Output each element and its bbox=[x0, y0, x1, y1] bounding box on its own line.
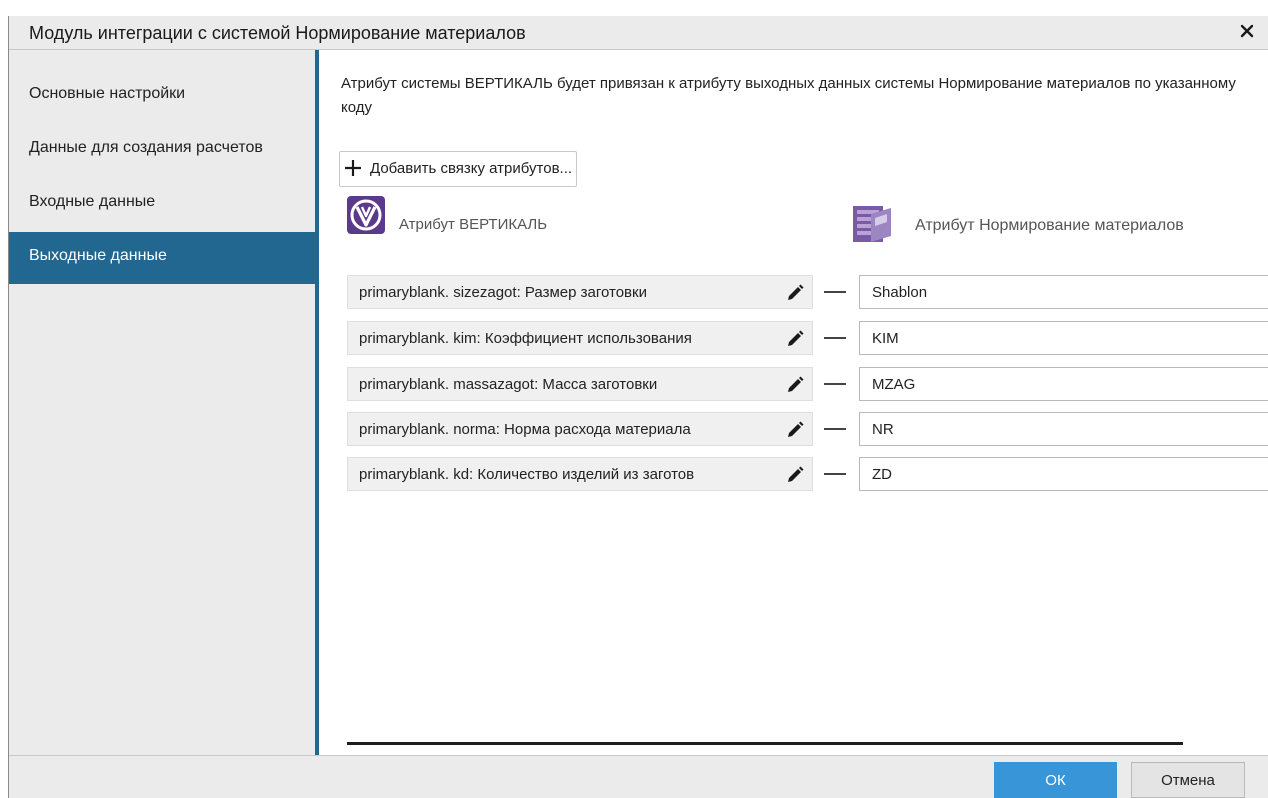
cancel-button[interactable]: Отмена bbox=[1131, 762, 1245, 798]
norm-code-input[interactable] bbox=[859, 321, 1268, 355]
norm-code-input[interactable] bbox=[859, 457, 1268, 491]
ok-button[interactable]: ОК bbox=[994, 762, 1117, 798]
pencil-icon[interactable] bbox=[785, 420, 805, 440]
title-bar: Модуль интеграции с системой Нормировани… bbox=[9, 16, 1268, 50]
vertical-attribute-field[interactable]: primaryblank. norma: Норма расхода матер… bbox=[347, 412, 813, 446]
pencil-icon[interactable] bbox=[785, 283, 805, 303]
description-text: Атрибут системы ВЕРТИКАЛЬ будет привязан… bbox=[341, 75, 1236, 116]
vertical-attribute-field[interactable]: primaryblank. sizezagot: Размер заготовк… bbox=[347, 275, 813, 309]
sidebar-item-main-settings[interactable]: Основные настройки bbox=[9, 70, 315, 122]
pencil-icon[interactable] bbox=[785, 375, 805, 395]
norm-code-input[interactable] bbox=[859, 275, 1268, 309]
vertical-attribute-field[interactable]: primaryblank. kd: Количество изделий из … bbox=[347, 457, 813, 491]
add-button-label: Добавить связку атрибутов... bbox=[370, 160, 573, 177]
add-attribute-link-button[interactable]: Добавить связку атрибутов... bbox=[339, 151, 578, 187]
vertical-attribute-field[interactable]: primaryblank. kim: Коэффициент использов… bbox=[347, 321, 813, 355]
column-header-vertical: Атрибут ВЕРТИКАЛЬ bbox=[399, 216, 548, 233]
close-icon[interactable] bbox=[1236, 20, 1258, 42]
link-dash bbox=[824, 383, 846, 385]
attribute-link-row: primaryblank. sizezagot: Размер заготовк… bbox=[319, 275, 1268, 309]
norm-code-input[interactable] bbox=[859, 367, 1268, 401]
window-title: Модуль интеграции с системой Нормировани… bbox=[29, 23, 526, 43]
horizontal-scrollbar[interactable] bbox=[347, 742, 1183, 745]
vertical-attribute-text: primaryblank. massazagot: Масса заготовк… bbox=[359, 376, 658, 393]
pencil-icon[interactable] bbox=[785, 329, 805, 349]
pencil-icon[interactable] bbox=[785, 465, 805, 485]
sidebar-item-output-data[interactable]: Выходные данные bbox=[9, 232, 315, 284]
link-dash bbox=[824, 337, 846, 339]
vertical-attribute-text: primaryblank. norma: Норма расхода матер… bbox=[359, 421, 691, 438]
vertical-attribute-text: primaryblank. kd: Количество изделий из … bbox=[359, 466, 695, 483]
link-dash bbox=[824, 428, 846, 430]
sidebar-item-calculation-data[interactable]: Данные для создания расчетов bbox=[9, 124, 315, 176]
attribute-link-row: primaryblank. kd: Количество изделий из … bbox=[319, 457, 1268, 491]
main-panel: Атрибут системы ВЕРТИКАЛЬ будет привязан… bbox=[319, 50, 1268, 755]
vertical-attribute-text: primaryblank. sizezagot: Размер заготовк… bbox=[359, 284, 647, 301]
norm-code-input[interactable] bbox=[859, 412, 1268, 446]
norm-materials-logo-icon bbox=[853, 206, 891, 242]
link-dash bbox=[824, 291, 846, 293]
vertical-attribute-text: primaryblank. kim: Коэффициент использов… bbox=[359, 330, 692, 347]
sidebar-item-label: Выходные данные bbox=[29, 247, 167, 264]
sidebar-item-input-data[interactable]: Входные данные bbox=[9, 178, 315, 230]
sidebar-item-label: Данные для создания расчетов bbox=[29, 139, 263, 156]
vertical-logo-icon bbox=[347, 196, 385, 234]
sidebar-item-label: Основные настройки bbox=[29, 85, 186, 102]
vertical-attribute-field[interactable]: primaryblank. massazagot: Масса заготовк… bbox=[347, 367, 813, 401]
column-header-norm-materials: Атрибут Нормирование материалов bbox=[915, 217, 1184, 234]
plus-icon bbox=[345, 160, 361, 176]
link-dash bbox=[824, 473, 846, 475]
attribute-link-row: primaryblank. norma: Норма расхода матер… bbox=[319, 412, 1268, 446]
attribute-link-row: primaryblank. kim: Коэффициент использов… bbox=[319, 321, 1268, 355]
dialog-window: Модуль интеграции с системой Нормировани… bbox=[8, 16, 1268, 798]
sidebar: Основные настройки Данные для создания р… bbox=[9, 50, 315, 755]
attribute-link-row: primaryblank. massazagot: Масса заготовк… bbox=[319, 367, 1268, 401]
sidebar-item-label: Входные данные bbox=[29, 193, 156, 210]
dialog-footer: ОК Отмена bbox=[9, 755, 1268, 798]
